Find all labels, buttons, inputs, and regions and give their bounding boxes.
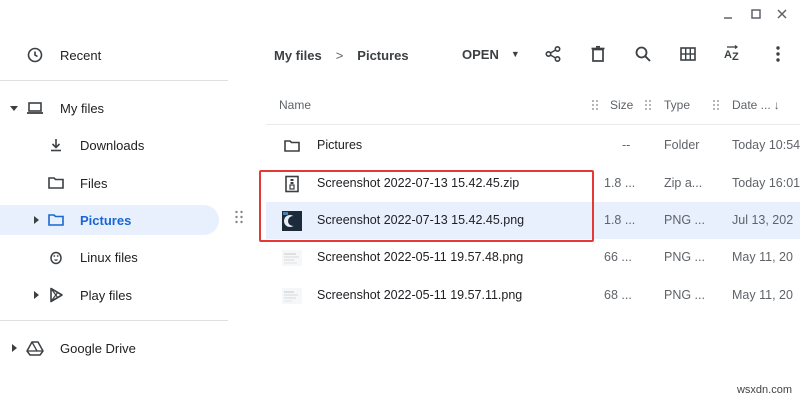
- sidebar-item-play-files[interactable]: Play files: [0, 280, 228, 310]
- expand-right-icon[interactable]: [32, 216, 40, 224]
- table-row[interactable]: Screenshot 2022-05-11 19.57.48.png 66 ..…: [266, 239, 800, 276]
- column-resize-handle[interactable]: [644, 98, 652, 110]
- sidebar-item-label: Pictures: [80, 212, 132, 228]
- table-header-divider: [266, 124, 800, 125]
- sidebar-item-label: Play files: [80, 287, 133, 303]
- penguin-icon: [47, 248, 65, 266]
- breadcrumb-current[interactable]: Pictures: [357, 48, 408, 63]
- chevron-down-icon: ▼: [510, 49, 520, 59]
- sidebar-item-label: Google Drive: [60, 340, 136, 356]
- breadcrumb-root[interactable]: My files: [274, 48, 322, 63]
- sidebar-item-label: Linux files: [80, 249, 138, 265]
- sidebar-item-my-files[interactable]: My files: [0, 93, 228, 123]
- search-icon[interactable]: [631, 42, 655, 66]
- sidebar-item-google-drive[interactable]: Google Drive: [0, 333, 228, 363]
- laptop-icon: [26, 99, 44, 117]
- breadcrumb-separator: >: [335, 47, 344, 63]
- file-name: Screenshot 2022-05-11 19.57.48.png: [317, 250, 524, 264]
- file-date: May 11, 20: [732, 288, 793, 302]
- play-store-icon: [47, 286, 65, 304]
- sort-down-arrow-icon: ↓: [773, 98, 780, 112]
- sidebar-resize-handle[interactable]: [234, 210, 244, 224]
- breadcrumb: My files > Pictures: [274, 45, 409, 65]
- column-header-size[interactable]: Size: [610, 96, 633, 114]
- svg-text:A: A: [724, 49, 732, 61]
- sidebar-item-linux-files[interactable]: Linux files: [0, 242, 228, 272]
- file-size: 66 ...: [604, 250, 632, 264]
- highlight-annotation-box: [259, 170, 594, 242]
- image-thumbnail-icon: [282, 286, 302, 306]
- clock-icon: [26, 46, 44, 64]
- expand-down-icon[interactable]: [10, 104, 18, 112]
- file-type: PNG ...: [664, 288, 705, 302]
- folder-icon: [47, 211, 65, 229]
- minimize-icon[interactable]: [720, 6, 736, 22]
- image-thumbnail-icon: [282, 248, 302, 268]
- column-resize-handle[interactable]: [591, 98, 599, 110]
- table-row[interactable]: Screenshot 2022-05-11 19.57.11.png 68 ..…: [266, 277, 800, 314]
- file-type: Zip a...: [664, 176, 703, 190]
- sidebar-divider: [0, 80, 228, 81]
- sidebar: Recent My files Downloads Files Pictures: [0, 0, 228, 400]
- column-header-date-label: Date ...: [732, 98, 771, 112]
- file-date: May 11, 20: [732, 250, 793, 264]
- file-date: Today 10:54: [732, 138, 800, 152]
- close-icon[interactable]: [774, 6, 790, 22]
- file-type: PNG ...: [664, 213, 705, 227]
- sidebar-item-label: Recent: [60, 47, 102, 63]
- sidebar-item-recent[interactable]: Recent: [0, 40, 228, 70]
- table-row[interactable]: Pictures -- Folder Today 10:54: [266, 127, 800, 164]
- file-size: --: [622, 138, 631, 152]
- download-icon: [47, 136, 65, 154]
- drive-icon: [26, 339, 44, 357]
- file-name: Screenshot 2022-05-11 19.57.11.png: [317, 288, 523, 302]
- open-button-label: OPEN: [462, 46, 499, 62]
- file-type: Folder: [664, 138, 700, 152]
- folder-icon: [282, 136, 302, 156]
- more-vert-icon[interactable]: [766, 42, 790, 66]
- sidebar-item-label: Files: [80, 175, 108, 191]
- column-resize-handle[interactable]: [712, 98, 720, 110]
- svg-text:Z: Z: [732, 51, 739, 63]
- file-type: PNG ...: [664, 250, 705, 264]
- grid-view-icon[interactable]: [676, 42, 700, 66]
- sidebar-item-label: My files: [60, 100, 105, 116]
- sidebar-divider: [0, 320, 228, 321]
- column-header-name[interactable]: Name: [279, 96, 311, 114]
- watermark: wsxdn.com: [736, 384, 792, 396]
- file-size: 1.8 ...: [604, 213, 636, 227]
- sidebar-item-label: Downloads: [80, 137, 145, 153]
- column-header-type[interactable]: Type: [664, 96, 690, 114]
- file-size: 1.8 ...: [604, 176, 636, 190]
- sort-az-icon[interactable]: AZ: [721, 42, 745, 66]
- maximize-icon[interactable]: [748, 6, 764, 22]
- file-date: Jul 13, 202: [732, 213, 794, 227]
- folder-icon: [47, 174, 65, 192]
- delete-icon[interactable]: [586, 42, 610, 66]
- sidebar-item-downloads[interactable]: Downloads: [0, 130, 228, 160]
- file-size: 68 ...: [604, 288, 632, 302]
- file-name: Pictures: [317, 138, 363, 152]
- expand-right-icon[interactable]: [32, 291, 40, 299]
- open-button[interactable]: OPEN ▼: [462, 44, 520, 64]
- expand-right-icon[interactable]: [10, 344, 18, 352]
- sidebar-item-files[interactable]: Files: [0, 168, 228, 198]
- file-date: Today 16:01: [732, 176, 800, 190]
- sidebar-item-pictures[interactable]: Pictures: [0, 205, 219, 235]
- share-icon[interactable]: [541, 42, 565, 66]
- column-header-date[interactable]: Date ... ↓: [732, 96, 780, 114]
